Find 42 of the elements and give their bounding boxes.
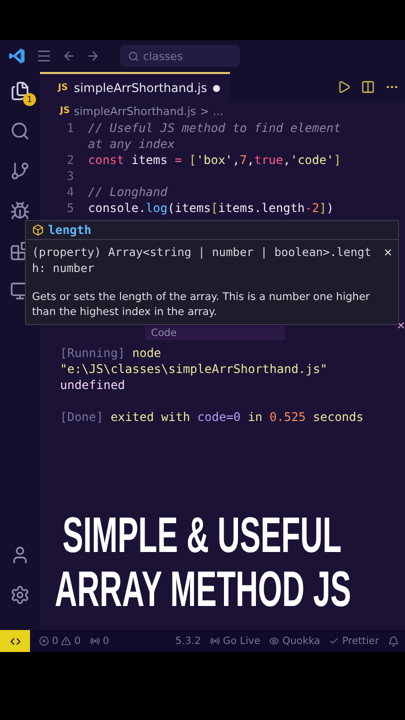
caption-text: SIMPLE & USEFUL [63, 508, 342, 562]
check-icon [329, 636, 340, 646]
caption-text: ARRAY METHOD JS [54, 562, 351, 616]
forward-icon[interactable] [86, 49, 100, 63]
code-line: // Useful JS method to find element at any index [88, 120, 342, 152]
output-dropdown[interactable]: Code [145, 326, 285, 340]
status-item[interactable]: Prettier [329, 636, 379, 646]
eye-icon [269, 636, 280, 646]
status-item[interactable]: Quokka [269, 636, 320, 646]
status-item[interactable]: Go Live [210, 636, 260, 646]
code-line: console.log(items[items.length-2]) [88, 200, 335, 216]
editor-tab[interactable]: JS simpleArrShorthand.js [40, 72, 230, 102]
menu-icon[interactable] [36, 48, 52, 64]
output-line: [Running] node "e:\JS\classes\simpleArrShorthand.js" [60, 345, 328, 377]
line-number: 2 [66, 152, 75, 168]
description-text: Gets or sets the length of the array. This is a number one higher than the highest index in the array. [31, 290, 371, 320]
line-number: 1 [66, 120, 75, 137]
property-name: length [48, 223, 92, 237]
search-field[interactable]: classes [120, 45, 240, 67]
code-line: // Longhand [88, 184, 168, 200]
count-badge: 1 [23, 93, 36, 106]
bell-icon[interactable] [388, 636, 399, 646]
output-line: [Done] exited with code=0 in 0.525 seconds [60, 409, 364, 425]
logo-icon [8, 47, 26, 65]
version-text[interactable]: 5.3.2 [175, 636, 201, 646]
search-icon [128, 50, 139, 62]
split-icon[interactable] [361, 80, 375, 94]
remote-button[interactable] [0, 630, 30, 652]
code-line: const items = ['box',7,true,'code'] [88, 152, 342, 168]
problems-indicator[interactable]: 0 0 [39, 636, 81, 646]
run-icon[interactable] [337, 80, 351, 94]
back-icon[interactable] [62, 49, 76, 63]
live-icon [210, 636, 220, 646]
ports-indicator[interactable]: 0 [90, 636, 110, 646]
breadcrumb: JS simpleArrShorthand.js > ... [58, 104, 224, 120]
property-icon [32, 224, 44, 236]
signature-text: (property) Array<string | number | boolean>.length: number [32, 244, 372, 276]
line-number: 4 [66, 184, 75, 200]
output-line: undefined [60, 377, 126, 393]
close-button[interactable]: × [384, 244, 392, 260]
line-number: 5 [66, 200, 75, 216]
line-number: 3 [66, 168, 75, 184]
